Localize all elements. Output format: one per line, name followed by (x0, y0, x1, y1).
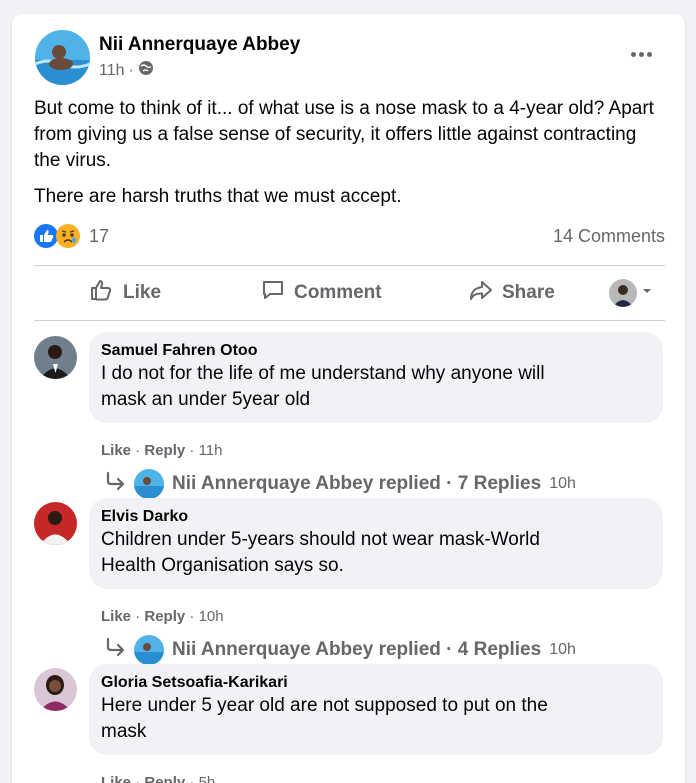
comment-icon (260, 277, 286, 309)
comment-text-line: Health Organisation says so. (101, 555, 344, 576)
comment-text-line: mask an under 5year old (101, 389, 311, 410)
like-label: Like (123, 282, 162, 303)
dropdown-icon (641, 284, 653, 302)
share-button[interactable]: Share (468, 277, 555, 309)
post-paragraph: But come to think of it... of what use i… (34, 98, 654, 171)
globe-icon (138, 60, 154, 81)
comment-meta: Like · Reply · 5h (101, 774, 215, 783)
comment-meta: Like · Reply · 11h (101, 442, 223, 459)
like-button[interactable]: Like (89, 277, 161, 309)
commenter-avatar[interactable] (34, 668, 77, 711)
replies-summary: Nii Annerquaye Abbey replied · 4 Replies (172, 639, 542, 660)
reply-arrow-icon (104, 636, 126, 664)
divider (34, 320, 665, 321)
comment-text-line: mask (101, 721, 147, 742)
comment-time[interactable]: 11h (199, 442, 223, 459)
post-time[interactable]: 11h (99, 62, 125, 80)
comment-bubble: Elvis Darko Children under 5-years shoul… (89, 498, 663, 589)
comment-text-line: Here under 5 year old are not supposed t… (101, 695, 548, 716)
comment-text-line: Children under 5-years should not wear m… (101, 529, 540, 550)
comment-text-line: I do not for the life of me understand w… (101, 363, 545, 384)
comment-meta: Like · Reply · 10h (101, 608, 224, 625)
post-text: But come to think of it... of what use i… (34, 96, 664, 220)
post-meta: 11h · (99, 60, 154, 81)
view-replies[interactable]: Nii Annerquaye Abbey replied · 7 Replies… (104, 469, 576, 499)
comment-label: Comment (294, 282, 382, 303)
like-reaction-icon (34, 224, 58, 248)
post-card: Nii Annerquaye Abbey 11h · But come to t… (12, 14, 685, 783)
comment-bubble: Gloria Setsoafia-Karikari Here under 5 y… (89, 664, 663, 755)
replier-avatar (134, 469, 164, 499)
share-label: Share (502, 282, 555, 303)
action-bar: Like Comment Share (34, 268, 665, 318)
view-replies[interactable]: Nii Annerquaye Abbey replied · 4 Replies… (104, 635, 576, 665)
comment-time[interactable]: 10h (199, 608, 224, 625)
comment-bubble: Samuel Fahren Otoo I do not for the life… (89, 332, 663, 423)
comment-reply-link[interactable]: Reply (144, 608, 185, 625)
author-avatar[interactable] (35, 30, 90, 85)
commenter-name[interactable]: Gloria Setsoafia-Karikari (101, 673, 649, 693)
post-paragraph: There are harsh truths that we must acce… (34, 186, 402, 207)
comment-reply-link[interactable]: Reply (144, 774, 185, 783)
commenter-avatar[interactable] (34, 502, 77, 545)
commenter-name[interactable]: Elvis Darko (101, 507, 649, 527)
replies-time: 10h (549, 641, 576, 658)
user-avatar (609, 279, 637, 307)
share-icon (468, 277, 494, 309)
comments-count[interactable]: 14 Comments (553, 226, 665, 247)
reaction-count: 17 (89, 225, 110, 246)
replier-avatar (134, 635, 164, 665)
commenter-avatar[interactable] (34, 336, 77, 379)
replies-summary: Nii Annerquaye Abbey replied · 7 Replies (172, 473, 542, 494)
comment-time[interactable]: 5h (199, 774, 216, 783)
replies-time: 10h (549, 475, 576, 492)
reactions-summary[interactable]: 17 (34, 224, 109, 248)
comment-reply-link[interactable]: Reply (144, 442, 185, 459)
comment-like-link[interactable]: Like (101, 774, 131, 783)
divider (34, 265, 665, 266)
comment-button[interactable]: Comment (260, 277, 382, 309)
post-author[interactable]: Nii Annerquaye Abbey (99, 34, 300, 56)
like-icon (89, 277, 115, 309)
more-icon[interactable] (624, 42, 658, 66)
commenter-name[interactable]: Samuel Fahren Otoo (101, 341, 649, 361)
audience-selector[interactable] (609, 279, 653, 307)
meta-separator: · (128, 61, 134, 79)
comment-like-link[interactable]: Like (101, 442, 131, 459)
sad-reaction-icon (56, 224, 80, 248)
comment-like-link[interactable]: Like (101, 608, 131, 625)
reply-arrow-icon (104, 470, 126, 498)
